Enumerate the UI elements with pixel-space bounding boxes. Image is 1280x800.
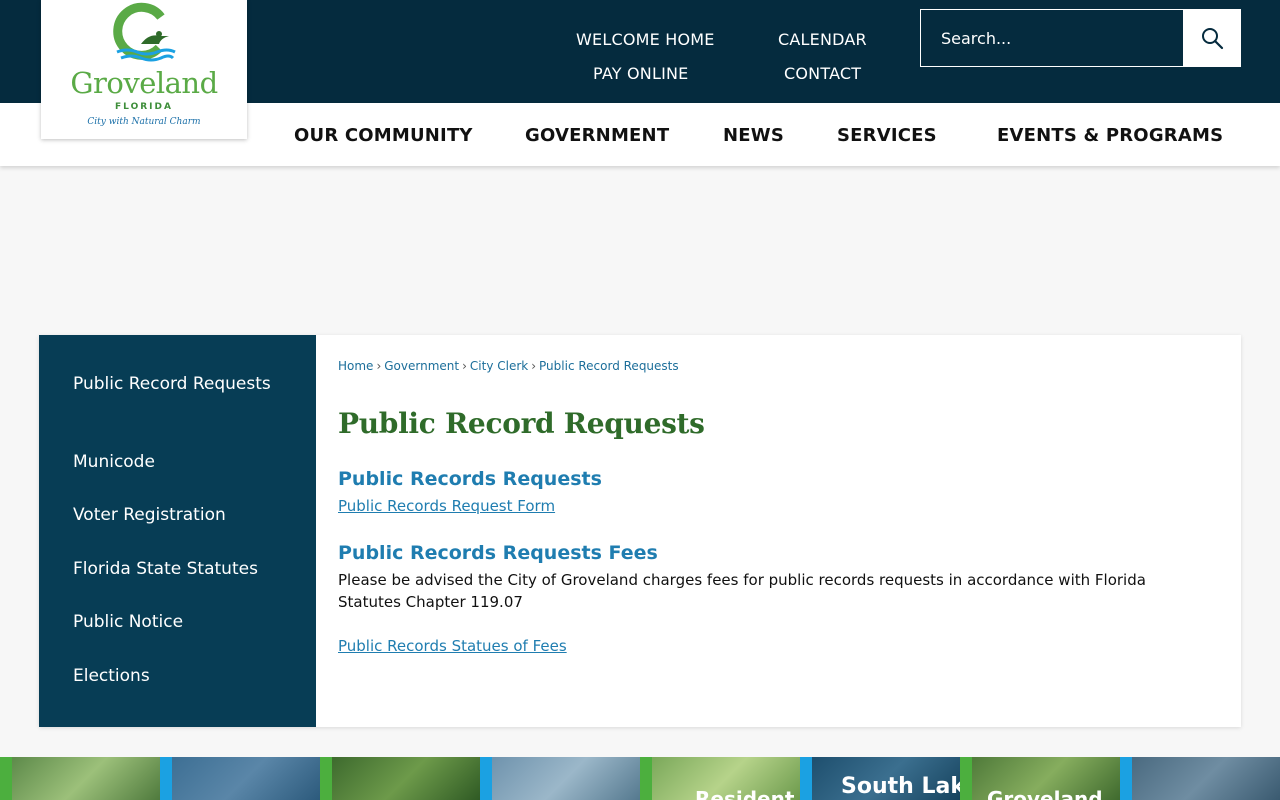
search-box xyxy=(920,9,1241,67)
breadcrumb: Home › Government › City Clerk › Public Record… xyxy=(338,359,679,373)
breadcrumb-government[interactable]: Government xyxy=(384,359,459,373)
feature-tile[interactable] xyxy=(0,757,160,800)
sidebar-item-voter-registration[interactable]: Voter Registration xyxy=(73,503,293,528)
pay-online-link[interactable]: PAY ONLINE xyxy=(593,64,688,83)
sidebar: Public Record Requests Municode Voter Re… xyxy=(39,335,316,727)
feature-tile[interactable]: Groveland xyxy=(960,757,1120,800)
sidebar-item-public-notice[interactable]: Public Notice xyxy=(73,610,293,635)
tile-title: South Lak xyxy=(841,774,965,799)
site-logo[interactable]: Groveland FLORIDA City with Natural Char… xyxy=(41,0,247,139)
search-button[interactable] xyxy=(1183,10,1240,66)
utility-nav: WELCOME HOME CALENDAR PAY ONLINE CONTACT xyxy=(560,28,890,88)
tile-accent-bar xyxy=(480,757,492,800)
tile-accent-bar xyxy=(960,757,972,800)
tile-accent-bar xyxy=(0,757,12,800)
logo-tagline: City with Natural Charm xyxy=(87,117,201,127)
feature-tile[interactable]: South Lak xyxy=(800,757,965,800)
logo-subtitle: FLORIDA xyxy=(115,102,173,112)
section-heading-requests: Public Records Requests xyxy=(338,468,602,490)
sidebar-item-elections[interactable]: Elections xyxy=(73,664,293,689)
nav-our-community[interactable]: OUR COMMUNITY xyxy=(294,125,473,146)
fees-paragraph: Please be advised the City of Groveland … xyxy=(338,571,1146,611)
feature-tile[interactable] xyxy=(480,757,640,800)
nav-services[interactable]: SERVICES xyxy=(837,125,937,146)
breadcrumb-home[interactable]: Home xyxy=(338,359,373,373)
sidebar-item-public-record-requests[interactable]: Public Record Requests xyxy=(73,372,293,397)
content-card: Public Record Requests Municode Voter Re… xyxy=(39,335,1241,727)
logo-title: Groveland xyxy=(70,66,218,100)
request-form-link[interactable]: Public Records Request Form xyxy=(338,497,555,515)
tile-image xyxy=(332,757,480,800)
tile-image xyxy=(1132,757,1280,800)
calendar-link[interactable]: CALENDAR xyxy=(778,30,867,49)
feature-tile[interactable]: Resident xyxy=(640,757,800,800)
feature-tile[interactable] xyxy=(320,757,480,800)
tile-accent-bar xyxy=(160,757,172,800)
tile-accent-bar xyxy=(1120,757,1132,800)
breadcrumb-separator: › xyxy=(376,359,382,373)
breadcrumb-current[interactable]: Public Record Requests xyxy=(539,359,679,373)
groveland-g-logo-icon xyxy=(113,2,176,62)
feature-tile[interactable] xyxy=(1120,757,1280,800)
page-title: Public Record Requests xyxy=(338,407,705,440)
nav-events-programs[interactable]: EVENTS & PROGRAMS xyxy=(997,125,1223,146)
statutes-of-fees-link[interactable]: Public Records Statues of Fees xyxy=(338,637,567,655)
breadcrumb-separator: › xyxy=(462,359,467,373)
tile-title: Resident xyxy=(695,787,795,800)
nav-news[interactable]: NEWS xyxy=(723,125,784,146)
nav-government[interactable]: GOVERNMENT xyxy=(525,125,669,146)
search-icon xyxy=(1201,28,1223,50)
tile-accent-bar xyxy=(800,757,812,800)
feature-tiles: Resident South Lak Groveland xyxy=(0,757,1280,800)
section-heading-fees: Public Records Requests Fees xyxy=(338,542,658,564)
main-content: Home › Government › City Clerk › Public Record… xyxy=(338,335,1218,727)
tile-title: Groveland xyxy=(987,787,1103,800)
breadcrumb-separator: › xyxy=(531,359,537,373)
welcome-home-link[interactable]: WELCOME HOME xyxy=(576,30,715,49)
sidebar-item-municode[interactable]: Municode xyxy=(73,450,293,475)
tile-accent-bar xyxy=(640,757,652,800)
tile-image xyxy=(12,757,160,800)
sidebar-item-florida-state-statutes[interactable]: Florida State Statutes xyxy=(73,557,293,582)
feature-tile[interactable] xyxy=(160,757,320,800)
contact-link[interactable]: CONTACT xyxy=(784,64,861,83)
tile-accent-bar xyxy=(320,757,332,800)
tile-image xyxy=(172,757,320,800)
tile-image xyxy=(492,757,640,800)
search-input[interactable] xyxy=(921,10,1184,66)
breadcrumb-city-clerk[interactable]: City Clerk xyxy=(470,359,528,373)
